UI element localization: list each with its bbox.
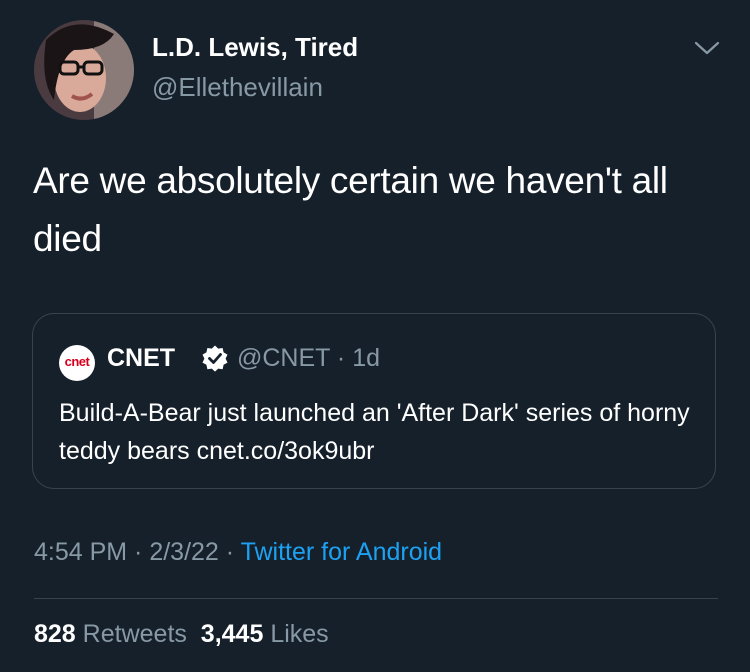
meta-separator: · <box>127 538 150 566</box>
author-handle[interactable]: @Ellethevillain <box>152 72 323 103</box>
tweet-time: 4:54 PM <box>34 538 128 566</box>
tweet: L.D. Lewis, Tired @Ellethevillain Are we… <box>0 0 750 672</box>
profile-photo-icon <box>34 20 134 120</box>
retweets-stat[interactable]: 828 Retweets <box>34 620 187 648</box>
retweets-count: 828 <box>34 620 76 648</box>
author-name[interactable]: L.D. Lewis, Tired <box>152 32 358 63</box>
tweet-text: Are we absolutely certain we haven't all… <box>33 160 668 259</box>
likes-stat[interactable]: 3,445 Likes <box>201 620 329 648</box>
likes-label: Likes <box>270 620 329 648</box>
quoted-tweet-text: Build-A-Bear just launched an 'After Dar… <box>59 399 690 465</box>
quoted-tweet-card[interactable]: cnet CNET @CNET · 1d Build-A-Bear just l… <box>32 313 716 489</box>
cnet-logo-icon: cnet <box>59 345 95 381</box>
cnet-logo-text: cnet <box>64 354 90 369</box>
meta-separator: · <box>218 538 241 566</box>
verified-badge-icon <box>201 344 229 372</box>
quoted-handle-time: @CNET · 1d <box>237 344 381 372</box>
tweet-meta: 4:54 PM · 2/3/22 · Twitter for Android <box>34 538 442 567</box>
tweet-stats: 828 Retweets 3,445 Likes <box>34 620 329 649</box>
tweet-date: 2/3/22 <box>149 538 219 566</box>
likes-count: 3,445 <box>200 620 264 648</box>
author-avatar[interactable] <box>34 20 134 120</box>
chevron-down-icon[interactable] <box>692 36 722 60</box>
tweet-source-link[interactable]: Twitter for Android <box>241 538 442 566</box>
quoted-author-name: CNET <box>107 344 176 372</box>
retweets-label: Retweets <box>82 620 187 648</box>
divider <box>34 598 718 599</box>
